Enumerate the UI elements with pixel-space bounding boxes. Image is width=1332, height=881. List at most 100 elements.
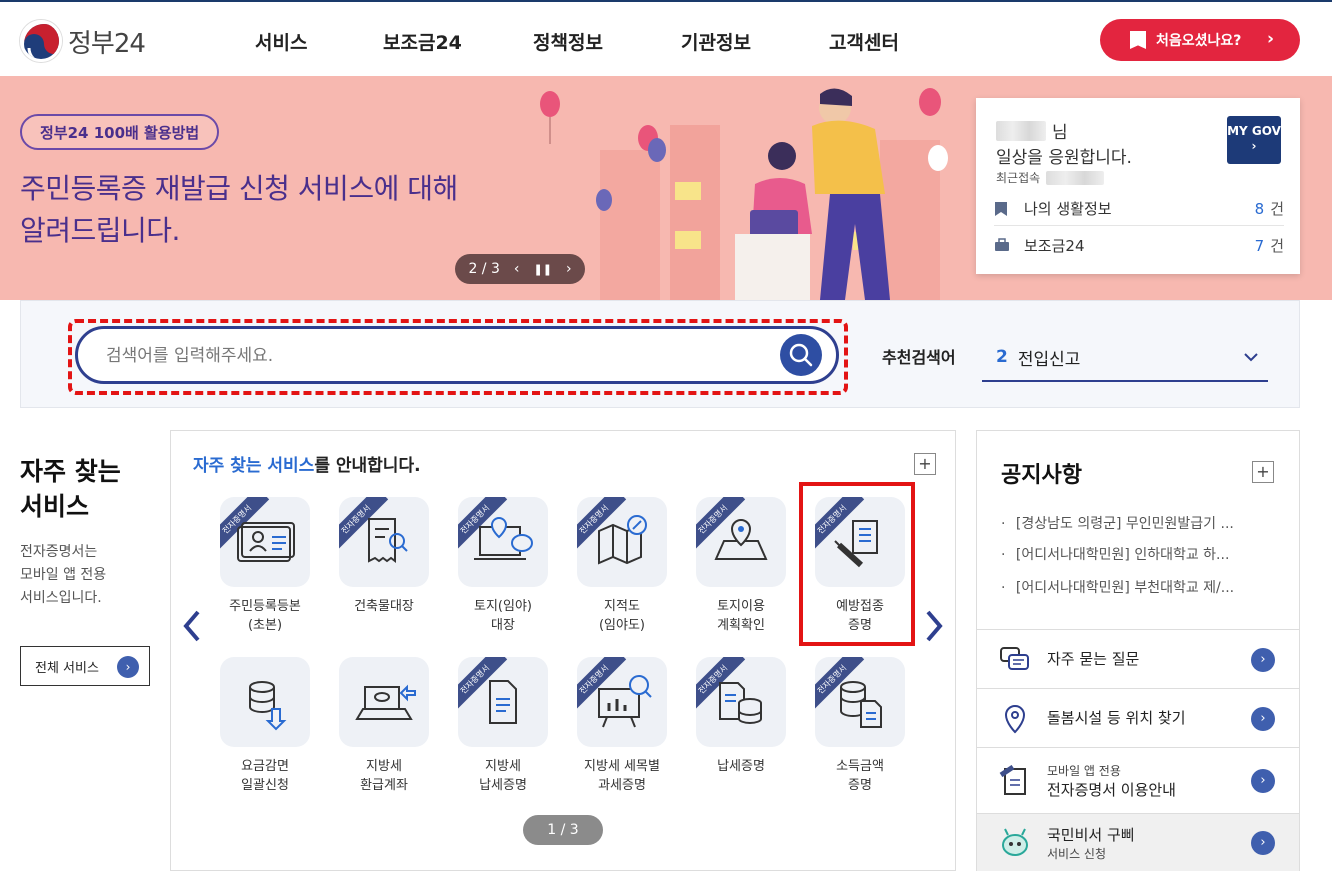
nav-agency-info[interactable]: 기관정보 [681,28,751,55]
document-icon [489,680,517,724]
service-tile-resident-registration[interactable]: 전자증명서 [220,497,310,587]
service-tile-building-register[interactable]: 전자증명서 [339,497,429,587]
service-label[interactable]: 토지(임야) 대장 [438,597,568,635]
service-tile-local-tax-refund-account[interactable] [339,657,429,747]
notice-title: 공지사항 [1001,463,1082,488]
more-notices-plus-icon[interactable]: + [1252,461,1274,483]
banner-title: 주민등록증 재발급 신청 서비스에 대해 알려드립니다. [20,172,458,247]
desc-line: 서비스입니다. [20,590,102,606]
service-tile-local-tax-assessment[interactable]: 전자증명서 [577,657,667,747]
subsidy24-count: 7건 [1254,236,1284,255]
search-box [75,326,839,384]
chevron-right-icon: › [1266,29,1274,49]
nav-services[interactable]: 서비스 [255,28,307,55]
chart-board-search-icon [598,675,652,728]
greeting-text: 일상을 응원합니다. [996,148,1132,168]
faq-link[interactable]: 자주 묻는 질문 › [977,629,1299,687]
pause-icon[interactable]: ❚❚ [534,263,552,276]
user-greeting-name: 님 [996,118,1068,143]
recommend-label: 추천검색어 [882,348,956,367]
all-services-button[interactable]: 전체 서비스 › [20,646,150,686]
desc-line: 전자증명서는 [20,544,98,560]
site-logo[interactable]: 정부24 [20,20,146,62]
notice-item[interactable]: · [어디서나대학민원] 인하대학교 하... [1001,544,1281,564]
prev-services-arrow-icon[interactable] [180,608,204,654]
map-compass-icon [598,515,647,565]
first-visit-label: 처음오셨나요? [1156,33,1242,49]
services-heading: 자주 찾는 서비스를 안내합니다. [193,451,421,476]
service-label[interactable]: 요금감면 일괄신청 [200,757,330,795]
search-button[interactable] [780,334,822,376]
heading-rest: 를 안내합니다. [314,456,421,476]
recommend-rank: 2 [996,347,1008,367]
mygov-button-label: MY GOV [1227,124,1281,138]
service-tile-local-tax-payment-certificate[interactable]: 전자증명서 [458,657,548,747]
id-card-icon [237,522,295,562]
gubbi-label: 국민비서 구삐 [1047,825,1135,844]
last-access-label: 최근접속 [996,171,1041,185]
subsidy24-label: 보조금24 [1024,236,1085,255]
service-label[interactable]: 지방세 환급계좌 [319,757,449,795]
service-tile-tax-payment-certificate[interactable]: 전자증명서 [696,657,786,747]
search-input[interactable] [106,341,746,371]
service-label[interactable]: 주민등록등본 (초본) [200,597,330,635]
chevron-right-icon: › [117,656,139,678]
all-services-label: 전체 서비스 [35,660,99,676]
briefcase-icon [995,238,1009,251]
site-header: 정부24 서비스 보조금24 정책정보 기관정보 고객센터 처음오셨나요? › [0,2,1332,76]
chat-bubbles-icon [1000,647,1029,670]
mygov-button[interactable]: MY GOV › [1227,116,1281,164]
banner-badge[interactable]: 정부24 100배 활용방법 [20,114,220,150]
service-label[interactable]: 건축물대장 [319,597,449,616]
service-label[interactable]: 토지이용 계획확인 [676,597,806,635]
my-life-info-row[interactable]: 나의 생활정보 8건 [994,192,1284,226]
service-tile-land-use-plan[interactable]: 전자증명서 [696,497,786,587]
e-certificate-guide-label: 전자증명서 이용안내 [1047,780,1176,799]
masked-username [996,120,1046,141]
services-pager: 1 / 3 [523,815,603,845]
prev-slide-icon[interactable]: ‹ [514,261,520,277]
next-services-arrow-icon[interactable] [922,608,946,654]
service-tile-land-register[interactable]: 전자증명서 [458,497,548,587]
gubbi-sub: 서비스 신청 [1047,846,1107,861]
search-icon [789,343,813,367]
first-visit-button[interactable]: 처음오셨나요? › [1100,19,1300,61]
document-search-icon [368,518,408,563]
service-label[interactable]: 지적도 (임야도) [557,597,687,635]
chevron-right-icon: › [1251,769,1275,793]
service-label[interactable]: 납세증명 [676,757,806,776]
notice-item[interactable]: · [경상남도 의령군] 무인민원발급기 ... [1001,513,1281,533]
next-slide-icon[interactable]: › [566,261,572,277]
database-download-icon [249,681,287,731]
e-certificate-document-icon [999,765,1026,795]
e-certificate-guide-link[interactable]: 모바일 앱 전용 전자증명서 이용안내 › [977,747,1299,813]
taegeuk-logo-icon [20,20,62,62]
banner-pager-text: 2 / 3 [468,261,500,277]
name-suffix: 님 [1052,123,1068,143]
care-facility-link[interactable]: 돌봄시설 등 위치 찾기 › [977,688,1299,746]
vaccination-highlight-box [799,482,915,646]
bookmark-icon [995,201,1007,216]
banner-illustration [540,88,948,300]
chevron-right-icon: › [1251,707,1275,731]
notice-item[interactable]: · [어디서나대학민원] 부천대학교 제/... [1001,577,1281,597]
more-services-plus-icon[interactable]: + [914,453,936,475]
map-pin-icon [714,519,768,560]
subsidy24-row[interactable]: 보조금24 7건 [994,228,1284,262]
chevron-right-icon: › [1251,648,1275,672]
masked-last-access [1046,170,1105,185]
service-tile-fee-reduction[interactable] [220,657,310,747]
desc-line: 모바일 앱 전용 [20,567,107,583]
nav-policy-info[interactable]: 정책정보 [533,28,603,55]
service-label[interactable]: 소득금액 증명 [795,757,925,795]
heading-highlight: 자주 찾는 서비스 [193,456,315,476]
gubbi-secretary-link[interactable]: 국민비서 구삐 서비스 신청 › [977,813,1299,871]
service-label[interactable]: 지방세 납세증명 [438,757,568,795]
recommend-dropdown[interactable]: 2 전입신고 [982,334,1268,382]
service-tile-income-certificate[interactable]: 전자증명서 [815,657,905,747]
service-tile-cadastral-map[interactable]: 전자증명서 [577,497,667,587]
service-label[interactable]: 지방세 세목별 과세증명 [557,757,687,795]
frequent-description: 전자증명서는 모바일 앱 전용 서비스입니다. [20,541,106,610]
nav-subsidy24[interactable]: 보조금24 [383,28,462,55]
nav-customer-center[interactable]: 고객센터 [829,28,899,55]
